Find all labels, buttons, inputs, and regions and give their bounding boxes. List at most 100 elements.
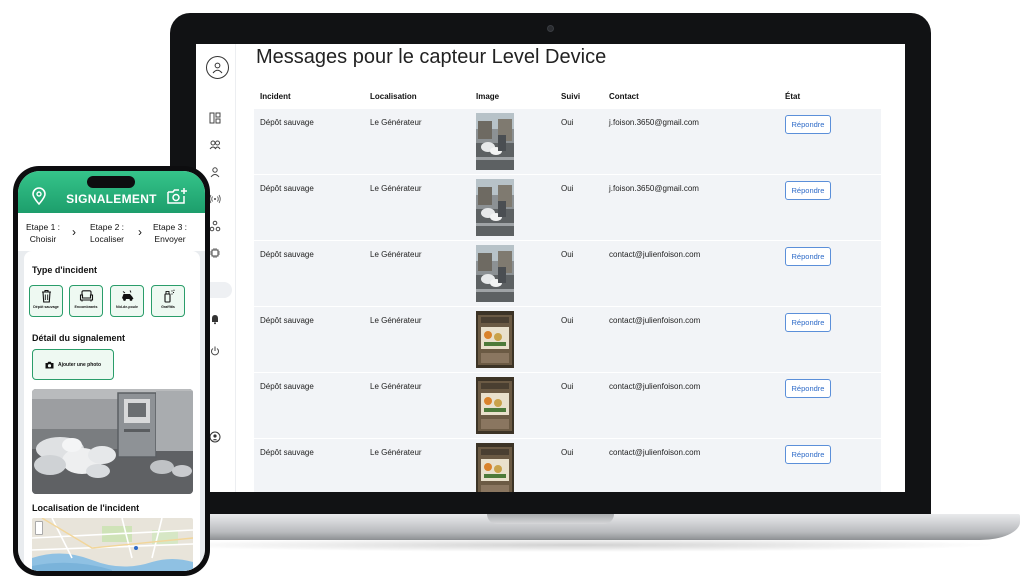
type-encombrants-button[interactable]: Encombrants — [69, 285, 103, 317]
reply-button[interactable]: Répondre — [785, 181, 831, 200]
table-row: Dépôt sauvage Le Générateur Oui contact@jul… — [254, 372, 881, 438]
cell-suivi: Oui — [561, 184, 574, 193]
incident-photo — [32, 389, 193, 494]
add-photo-button[interactable]: Ajouter une photo — [32, 349, 114, 380]
spray-can-icon — [163, 289, 175, 303]
table-row: Dépôt sauvage Le Générateur Oui j.foison.36… — [254, 108, 881, 174]
dynamic-island — [87, 176, 135, 188]
map-zoom-control[interactable] — [35, 521, 43, 535]
type-label: Graffitis — [161, 305, 175, 309]
cell-contact: contact@julienfoison.com — [609, 316, 701, 325]
location-map[interactable] — [32, 518, 193, 571]
cell-incident: Dépôt sauvage — [260, 448, 314, 457]
step-2[interactable]: Etape 2 : Localiser — [90, 221, 124, 245]
messages-table: Incident Localisation Image Suivi Contac… — [254, 86, 881, 492]
type-nid-de-poule-button[interactable]: Nid-de-poule — [110, 285, 144, 317]
reply-button[interactable]: Répondre — [785, 115, 831, 134]
camera-add-icon[interactable] — [166, 187, 188, 205]
network-icon[interactable] — [208, 219, 222, 233]
cell-incident: Dépôt sauvage — [260, 118, 314, 127]
account-icon[interactable] — [208, 430, 222, 444]
table-row: Dépôt sauvage Le Générateur Oui j.foison.36… — [254, 174, 881, 240]
step-3[interactable]: Etape 3 : Envoyer — [153, 221, 187, 245]
step-1[interactable]: Etape 1 : Choisir — [26, 221, 60, 245]
table-row: Dépôt sauvage Le Générateur Oui contact@jul… — [254, 438, 881, 492]
cell-contact: j.foison.3650@gmail.com — [609, 118, 699, 127]
cell-contact: j.foison.3650@gmail.com — [609, 184, 699, 193]
column-header-localisation: Localisation — [370, 92, 417, 101]
step-3-line1: Etape 3 : — [153, 222, 188, 232]
cell-suivi: Oui — [561, 448, 574, 457]
cell-contact: contact@julienfoison.com — [609, 448, 701, 457]
incident-thumbnail[interactable] — [476, 443, 514, 492]
power-icon[interactable] — [208, 344, 222, 358]
cell-localisation: Le Générateur — [370, 184, 422, 193]
incident-thumbnail[interactable] — [476, 377, 514, 434]
phone-header: SIGNALEMENT — [18, 171, 205, 213]
report-form-card: Type d'incident Dépôt sauvage Encombrant… — [24, 251, 200, 571]
incident-thumbnail[interactable] — [476, 245, 514, 302]
cell-incident: Dépôt sauvage — [260, 382, 314, 391]
cell-suivi: Oui — [561, 250, 574, 259]
sensor-signal-icon[interactable] — [208, 192, 222, 206]
type-graffitis-button[interactable]: Graffitis — [151, 285, 185, 317]
step-1-line1: Etape 1 : — [26, 222, 61, 232]
bell-icon[interactable] — [208, 312, 222, 326]
column-header-contact: Contact — [609, 92, 639, 101]
incident-thumbnail[interactable] — [476, 311, 514, 368]
table-header: Incident Localisation Image Suivi Contac… — [254, 86, 881, 108]
laptop-shadow — [150, 538, 1000, 552]
type-heading: Type d'incident — [32, 265, 97, 275]
sofa-icon — [79, 290, 93, 302]
reply-button[interactable]: Répondre — [785, 379, 831, 398]
table-row: Dépôt sauvage Le Générateur Oui contact@jul… — [254, 240, 881, 306]
cell-contact: contact@julienfoison.com — [609, 250, 701, 259]
incident-thumbnail[interactable] — [476, 113, 514, 170]
camera-icon — [45, 361, 54, 368]
step-3-line2: Envoyer — [154, 234, 186, 244]
cell-contact: contact@julienfoison.com — [609, 382, 701, 391]
cell-localisation: Le Générateur — [370, 316, 422, 325]
phone-body: Type d'incident Dépôt sauvage Encombrant… — [18, 251, 205, 571]
reply-button[interactable]: Répondre — [785, 313, 831, 332]
chevron-right-icon: › — [72, 225, 76, 239]
column-header-image: Image — [476, 92, 500, 101]
step-2-line2: Localiser — [90, 234, 125, 244]
phone-screen: SIGNALEMENT Etape 1 : Choisir › Etape 2 … — [18, 171, 205, 571]
mockup-stage: Messages pour le capteur Level Device In… — [0, 0, 1024, 580]
reply-button[interactable]: Répondre — [785, 247, 831, 266]
column-header-suivi: Suivi — [561, 92, 581, 101]
column-header-incident: Incident — [260, 92, 291, 101]
cell-suivi: Oui — [561, 316, 574, 325]
location-heading: Localisation de l'incident — [32, 503, 140, 513]
chip-icon[interactable] — [208, 246, 222, 260]
cell-localisation: Le Générateur — [370, 118, 422, 127]
detail-heading: Détail du signalement — [32, 333, 126, 343]
cell-suivi: Oui — [561, 382, 574, 391]
cell-localisation: Le Générateur — [370, 448, 422, 457]
cell-localisation: Le Générateur — [370, 382, 422, 391]
type-label: Encombrants — [74, 305, 98, 309]
webcam — [547, 25, 554, 32]
dashboard-icon[interactable] — [208, 111, 222, 125]
user-badge-icon[interactable] — [206, 56, 229, 79]
type-depot-sauvage-button[interactable]: Dépôt sauvage — [29, 285, 63, 317]
incident-thumbnail[interactable] — [476, 179, 514, 236]
page-title: Messages pour le capteur Level Device — [256, 46, 607, 68]
cell-incident: Dépôt sauvage — [260, 250, 314, 259]
main-content: Messages pour le capteur Level Device In… — [254, 44, 894, 492]
cell-suivi: Oui — [561, 118, 574, 127]
add-photo-label: Ajouter une photo — [57, 361, 102, 368]
cell-incident: Dépôt sauvage — [260, 316, 314, 325]
pothole-car-icon — [121, 290, 133, 301]
laptop-screen: Messages pour le capteur Level Device In… — [196, 44, 905, 492]
step-2-line1: Etape 2 : — [90, 222, 125, 232]
step-1-line2: Choisir — [29, 234, 57, 244]
reply-button[interactable]: Répondre — [785, 445, 831, 464]
cell-incident: Dépôt sauvage — [260, 184, 314, 193]
laptop-opening-notch — [487, 514, 614, 524]
type-label: Dépôt sauvage — [33, 305, 59, 309]
users-group-icon[interactable] — [208, 138, 222, 152]
user-icon[interactable] — [208, 165, 222, 179]
phone-frame: SIGNALEMENT Etape 1 : Choisir › Etape 2 … — [13, 166, 210, 576]
